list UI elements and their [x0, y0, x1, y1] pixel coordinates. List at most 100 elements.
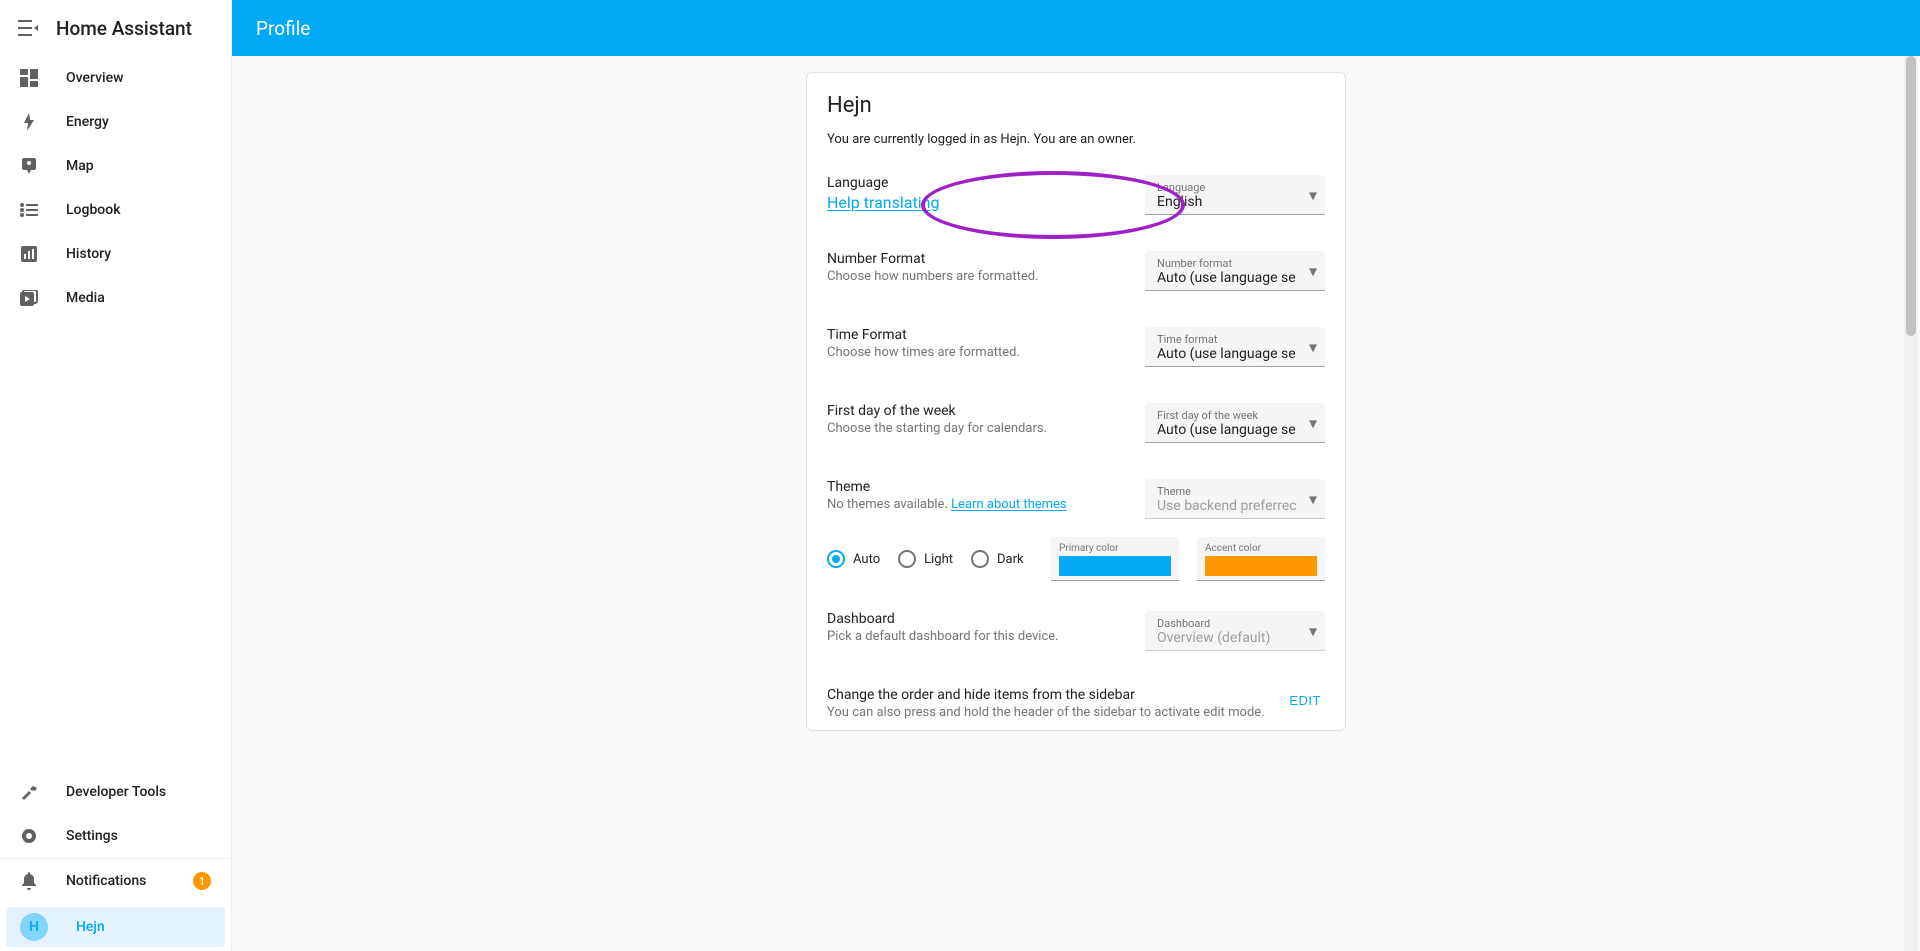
setting-dashboard: Dashboard Pick a default dashboard for t…: [827, 611, 1325, 651]
help-translating-link[interactable]: Help translating: [827, 193, 939, 212]
profile-name: Hejn: [827, 93, 1325, 118]
setting-title: Number Format: [827, 251, 1125, 267]
sidebar-item-overview[interactable]: Overview: [0, 56, 231, 100]
sidebar-item-profile[interactable]: H Hejn: [6, 907, 225, 947]
sidebar: Home Assistant Overview Energy Map: [0, 0, 232, 951]
setting-number-format: Number Format Choose how numbers are for…: [827, 251, 1325, 291]
sidebar-item-label: Hejn: [76, 919, 105, 935]
theme-mode-light[interactable]: Light: [898, 550, 953, 568]
first-day-select[interactable]: First day of the week Auto (use language…: [1145, 403, 1325, 443]
menu-toggle-icon[interactable]: [16, 16, 40, 40]
theme-mode-auto[interactable]: Auto: [827, 550, 880, 568]
sidebar-item-label: Media: [66, 290, 105, 306]
setting-title: Change the order and hide items from the…: [827, 687, 1269, 703]
setting-desc: You can also press and hold the header o…: [827, 705, 1269, 720]
radio-icon: [971, 550, 989, 568]
topbar: Profile: [232, 0, 1920, 56]
sidebar-item-label: Overview: [66, 70, 123, 86]
setting-language: Language Help translating Language Engli…: [827, 175, 1325, 215]
setting-desc: Choose how times are formatted.: [827, 345, 1125, 360]
sidebar-item-map[interactable]: Map: [0, 144, 231, 188]
sidebar-item-label: History: [66, 246, 111, 262]
setting-desc: Choose the starting day for calendars.: [827, 421, 1125, 436]
chevron-down-icon: ▾: [1309, 413, 1317, 432]
radio-label: Dark: [997, 552, 1024, 567]
select-label: Dashboard: [1157, 617, 1315, 630]
select-label: Language: [1157, 181, 1315, 194]
time-format-select[interactable]: Time format Auto (use language se ▾: [1145, 327, 1325, 367]
sidebar-item-label: Map: [66, 158, 94, 174]
setting-theme: Theme No themes available. Learn about t…: [827, 479, 1325, 519]
theme-mode-row: Auto Light Dark Primary color: [827, 537, 1325, 581]
select-label: Theme: [1157, 485, 1315, 498]
setting-title: First day of the week: [827, 403, 1125, 419]
sidebar-bottom: Notifications 1 H Hejn: [0, 858, 231, 951]
sidebar-item-label: Developer Tools: [66, 784, 166, 800]
color-label: Primary color: [1059, 543, 1171, 554]
sidebar-item-logbook[interactable]: Logbook: [0, 188, 231, 232]
gear-icon: [20, 827, 38, 845]
setting-title: Time Format: [827, 327, 1125, 343]
list-icon: [20, 203, 38, 217]
content: Hejn You are currently logged in as Hejn…: [232, 56, 1920, 951]
dashboard-icon: [20, 69, 38, 87]
avatar: H: [20, 913, 48, 941]
theme-mode-dark[interactable]: Dark: [971, 550, 1024, 568]
color-label: Accent color: [1205, 543, 1317, 554]
page-title: Profile: [256, 17, 310, 40]
notification-badge: 1: [193, 872, 211, 890]
setting-desc: Choose how numbers are formatted.: [827, 269, 1125, 284]
setting-sidebar-order: Change the order and hide items from the…: [827, 687, 1325, 720]
select-value: Overview (default): [1157, 630, 1315, 646]
nav-main: Overview Energy Map Logbook: [0, 56, 231, 770]
primary-color-input[interactable]: Primary color: [1051, 537, 1179, 581]
setting-title: Dashboard: [827, 611, 1125, 627]
sidebar-item-label: Energy: [66, 114, 109, 130]
chevron-down-icon: ▾: [1309, 261, 1317, 280]
select-label: Number format: [1157, 257, 1315, 270]
scrollbar[interactable]: [1904, 56, 1918, 951]
dashboard-select[interactable]: Dashboard Overview (default) ▾: [1145, 611, 1325, 651]
radio-label: Light: [924, 552, 953, 567]
setting-first-day: First day of the week Choose the startin…: [827, 403, 1325, 443]
radio-label: Auto: [853, 552, 880, 567]
chevron-down-icon: ▾: [1309, 489, 1317, 508]
sidebar-item-label: Settings: [66, 828, 118, 844]
bolt-icon: [20, 113, 38, 131]
select-value: English: [1157, 194, 1315, 210]
nav-tools: Developer Tools Settings: [0, 770, 231, 858]
language-select[interactable]: Language English ▾: [1145, 175, 1325, 215]
edit-sidebar-button[interactable]: EDIT: [1285, 687, 1325, 714]
sidebar-item-devtools[interactable]: Developer Tools: [0, 770, 231, 814]
accent-color-input[interactable]: Accent color: [1197, 537, 1325, 581]
accent-color-block: [1205, 556, 1317, 576]
sidebar-item-energy[interactable]: Energy: [0, 100, 231, 144]
chevron-down-icon: ▾: [1309, 185, 1317, 204]
radio-icon: [827, 550, 845, 568]
main: Profile Hejn You are currently logged in…: [232, 0, 1920, 951]
setting-desc: No themes available. Learn about themes: [827, 497, 1125, 512]
chevron-down-icon: ▾: [1309, 621, 1317, 640]
setting-time-format: Time Format Choose how times are formatt…: [827, 327, 1325, 367]
select-value: Use backend preferrec: [1157, 498, 1315, 514]
profile-card: Hejn You are currently logged in as Hejn…: [806, 72, 1346, 731]
scrollbar-thumb[interactable]: [1906, 56, 1916, 336]
sidebar-item-settings[interactable]: Settings: [0, 814, 231, 858]
sidebar-header: Home Assistant: [0, 0, 231, 56]
sidebar-item-media[interactable]: Media: [0, 276, 231, 320]
primary-color-block: [1059, 556, 1171, 576]
sidebar-item-label: Notifications: [66, 873, 146, 889]
bell-icon: [20, 872, 38, 890]
sidebar-item-notifications[interactable]: Notifications 1: [0, 859, 231, 903]
radio-icon: [898, 550, 916, 568]
theme-select[interactable]: Theme Use backend preferrec ▾: [1145, 479, 1325, 519]
chart-icon: [20, 246, 38, 262]
number-format-select[interactable]: Number format Auto (use language se ▾: [1145, 251, 1325, 291]
select-label: Time format: [1157, 333, 1315, 346]
setting-title: Theme: [827, 479, 1125, 495]
setting-desc: Pick a default dashboard for this device…: [827, 629, 1125, 644]
learn-about-themes-link[interactable]: Learn about themes: [951, 497, 1067, 512]
sidebar-item-history[interactable]: History: [0, 232, 231, 276]
brand-title: Home Assistant: [56, 17, 192, 40]
setting-title: Language: [827, 175, 1125, 191]
